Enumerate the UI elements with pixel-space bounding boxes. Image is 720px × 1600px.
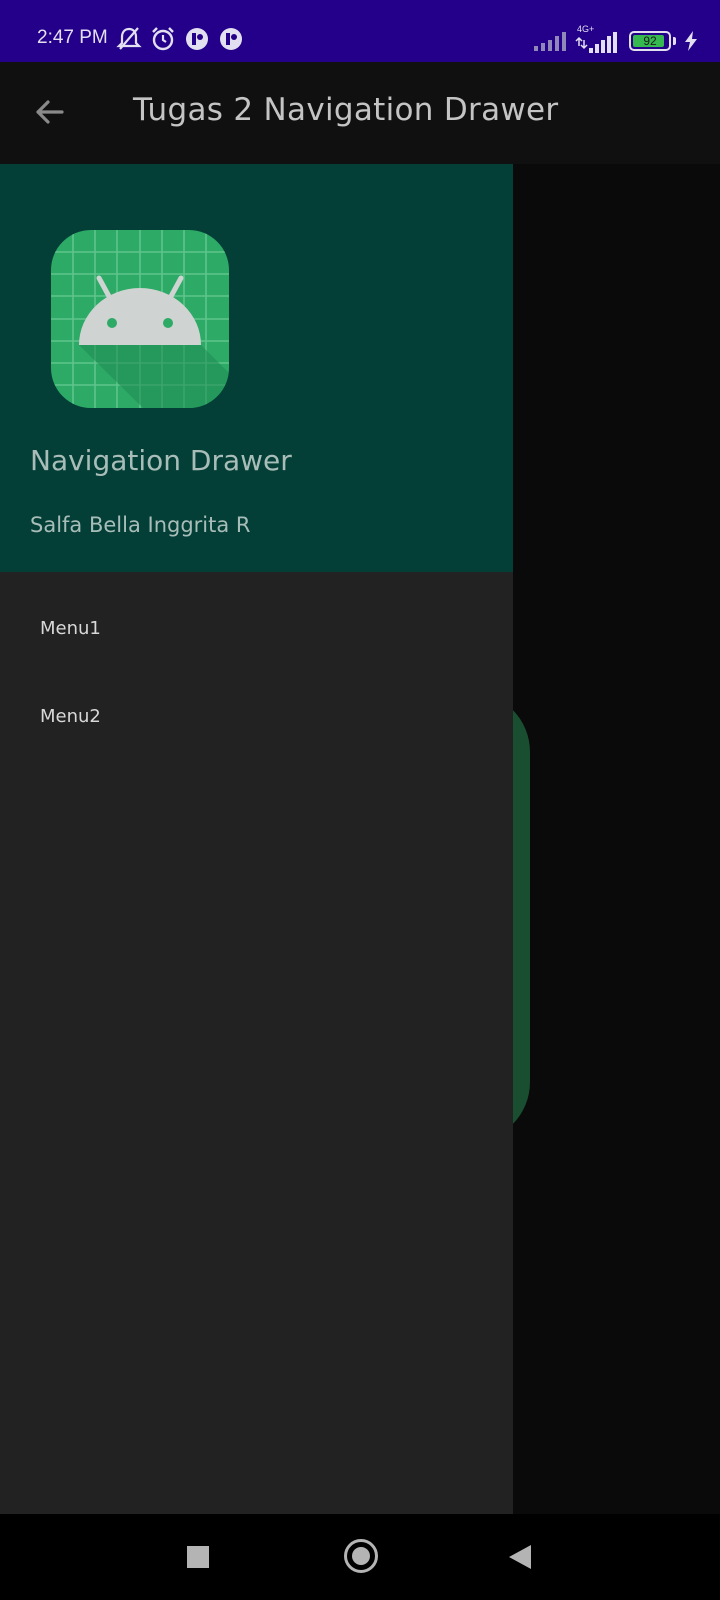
page-title: Tugas 2 Navigation Drawer — [133, 92, 559, 128]
alarm-icon — [152, 27, 174, 51]
battery-level: 92 — [643, 34, 657, 48]
status-time: 2:47 PM — [37, 27, 108, 48]
battery-cap — [673, 37, 676, 45]
system-navigation-bar — [0, 1514, 720, 1600]
home-icon-dot — [352, 1547, 370, 1565]
status-system-icons: 4G+ 92 — [533, 24, 698, 56]
signal-4g-group: 4G+ — [575, 24, 621, 54]
charging-bolt-icon — [685, 31, 697, 51]
back-triangle-icon[interactable] — [507, 1543, 533, 1571]
navigation-drawer: Navigation Drawer Salfa Bella Inggrita R… — [0, 164, 513, 1514]
status-notification-icons — [116, 24, 244, 54]
recent-apps-icon[interactable] — [187, 1546, 209, 1568]
battery-indicator: 92 — [629, 31, 671, 51]
drawer-header-subtitle: Salfa Bella Inggrita R — [30, 513, 251, 537]
drawer-menu: Menu1 Menu2 — [0, 572, 513, 760]
app-notification-icon — [220, 28, 242, 50]
menu-item-label: Menu1 — [40, 617, 101, 639]
drawer-header-title: Navigation Drawer — [30, 444, 292, 477]
drawer-header: Navigation Drawer Salfa Bella Inggrita R — [0, 164, 513, 572]
signal-icon — [575, 32, 617, 53]
menu-item-menu2[interactable]: Menu2 — [0, 672, 513, 760]
menu-item-menu1[interactable]: Menu1 — [0, 584, 513, 672]
menu-item-label: Menu2 — [40, 705, 101, 727]
app-bar: Tugas 2 Navigation Drawer — [0, 62, 720, 164]
arrow-back-icon[interactable] — [28, 90, 72, 134]
android-app-icon — [51, 230, 229, 408]
home-icon[interactable] — [344, 1539, 378, 1573]
signal-icon — [534, 32, 566, 51]
app-notification-icon — [186, 28, 208, 50]
status-bar: 2:47 PM 4G+ 92 — [0, 0, 720, 62]
mute-bell-icon — [116, 27, 142, 50]
